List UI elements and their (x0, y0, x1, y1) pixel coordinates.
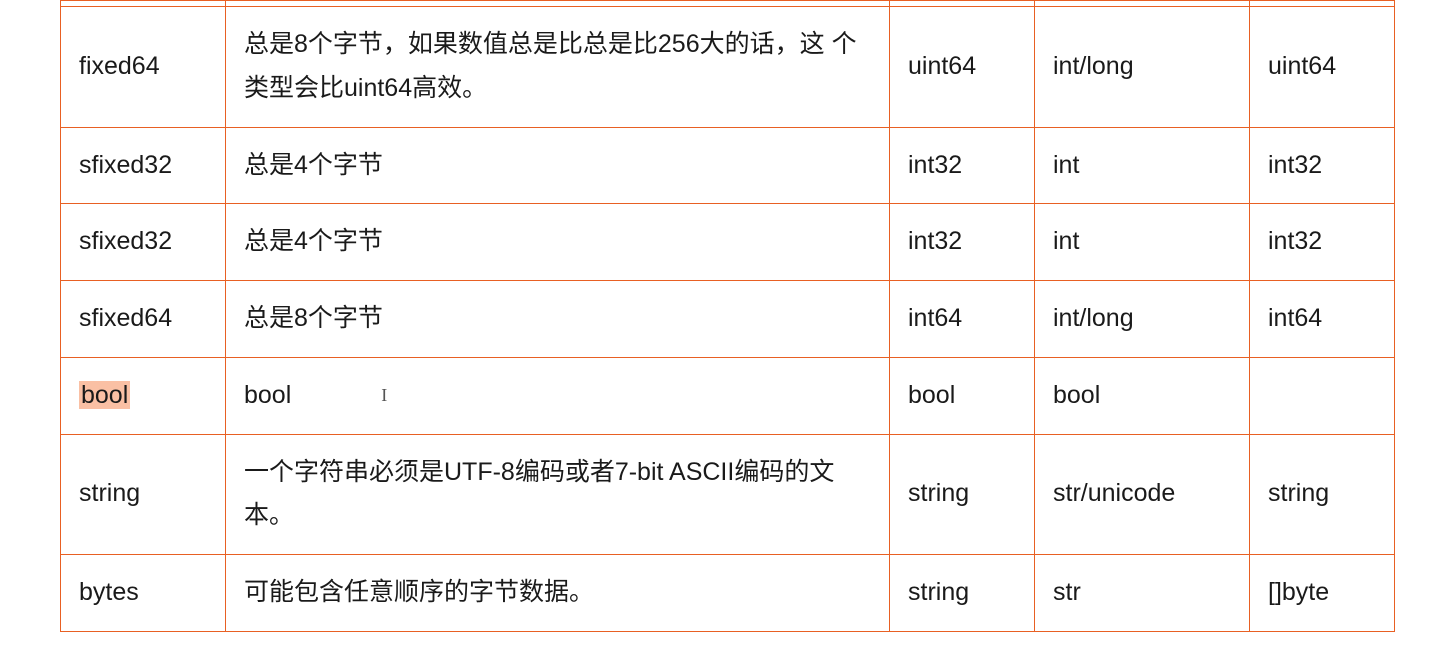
cell-desc: 总是4个字节 (226, 127, 890, 204)
cell-map1: string (890, 555, 1035, 632)
cell-type: sfixed32 (61, 204, 226, 281)
cell-type: bytes (61, 555, 226, 632)
cell-map1: int64 (890, 281, 1035, 358)
cell-map3: int32 (1250, 204, 1395, 281)
table-row: sfixed32 总是4个字节 int32 int int32 (61, 127, 1395, 204)
cell-map2: bool (1035, 357, 1250, 434)
cell-map3: uint64 (1250, 7, 1395, 128)
cell-map3: []byte (1250, 555, 1395, 632)
cell-type: string (61, 434, 226, 555)
cell-type: sfixed64 (61, 281, 226, 358)
cell-map2: int (1035, 127, 1250, 204)
cell-map1: bool (890, 357, 1035, 434)
cell-map3 (1250, 357, 1395, 434)
cell-desc: 总是8个字节，如果数值总是比总是比256大的话，这 个类型会比uint64高效。 (226, 7, 890, 128)
table-row: bool bool I bool bool (61, 357, 1395, 434)
cell-map3: string (1250, 434, 1395, 555)
table-row: sfixed32 总是4个字节 int32 int int32 (61, 204, 1395, 281)
cell-map2: str/unicode (1035, 434, 1250, 555)
cell-map2: int/long (1035, 281, 1250, 358)
cell-text: bool (244, 381, 291, 409)
table-row: bytes 可能包含任意顺序的字节数据。 string str []byte (61, 555, 1395, 632)
cell-desc: 一个字符串必须是UTF-8编码或者7-bit ASCII编码的文 本。 (226, 434, 890, 555)
types-table: fixed64 总是8个字节，如果数值总是比总是比256大的话，这 个类型会比u… (60, 0, 1395, 632)
cell-type: bool (61, 357, 226, 434)
cell-map1: uint64 (890, 7, 1035, 128)
cell-map2: int (1035, 204, 1250, 281)
text-cursor-icon: I (381, 380, 387, 412)
cell-desc: bool I (226, 357, 890, 434)
table-row: sfixed64 总是8个字节 int64 int/long int64 (61, 281, 1395, 358)
cell-map1: int32 (890, 127, 1035, 204)
cell-desc: 总是8个字节 (226, 281, 890, 358)
highlighted-text: bool (79, 381, 130, 409)
table-container: fixed64 总是8个字节，如果数值总是比总是比256大的话，这 个类型会比u… (0, 0, 1455, 632)
cell-map2: int/long (1035, 7, 1250, 128)
cell-map3: int32 (1250, 127, 1395, 204)
cell-map1: string (890, 434, 1035, 555)
cell-type: sfixed32 (61, 127, 226, 204)
table-row: string 一个字符串必须是UTF-8编码或者7-bit ASCII编码的文 … (61, 434, 1395, 555)
cell-map2: str (1035, 555, 1250, 632)
cell-map3: int64 (1250, 281, 1395, 358)
cell-desc: 总是4个字节 (226, 204, 890, 281)
cell-desc: 可能包含任意顺序的字节数据。 (226, 555, 890, 632)
table-row: fixed64 总是8个字节，如果数值总是比总是比256大的话，这 个类型会比u… (61, 7, 1395, 128)
cell-map1: int32 (890, 204, 1035, 281)
cell-type: fixed64 (61, 7, 226, 128)
